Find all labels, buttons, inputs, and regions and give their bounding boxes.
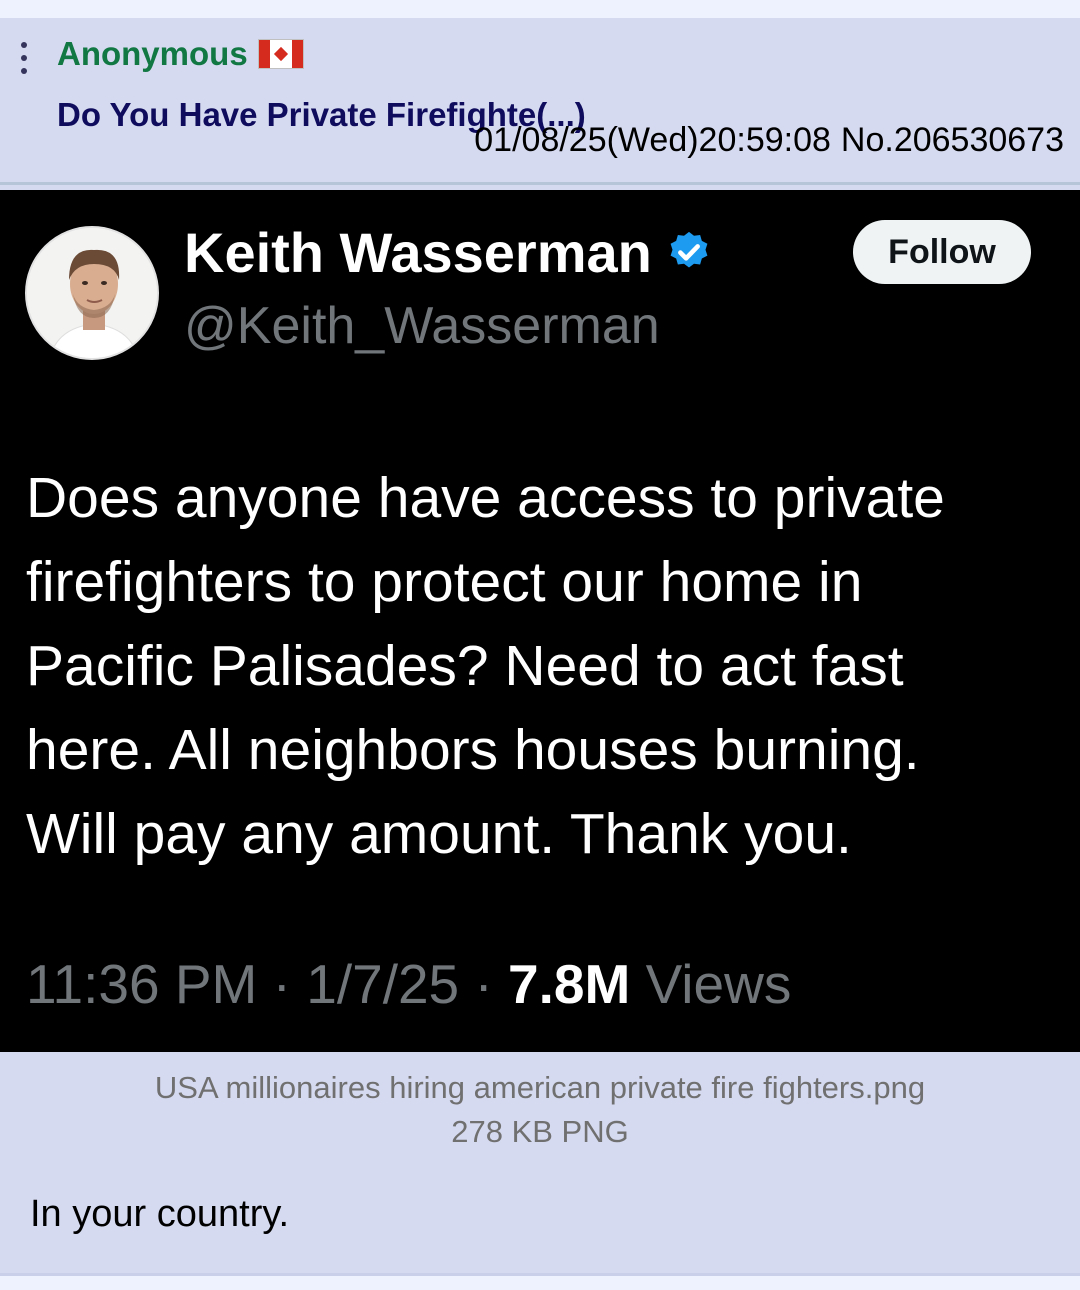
post-number[interactable]: No.206530673 [841, 121, 1064, 160]
tweet-author-row: Keith Wasserman [184, 220, 712, 284]
poster-name: Anonymous [57, 35, 248, 72]
tweet-time: 11:36 PM [26, 953, 258, 1015]
avatar [25, 226, 159, 360]
separator: · [272, 953, 291, 1015]
file-name-link[interactable]: USA millionaires hiring american private… [0, 1066, 1080, 1110]
top-divider [0, 0, 1080, 18]
tweet-display-name: Keith Wasserman [184, 220, 652, 284]
file-size-type: 278 KB PNG [451, 1114, 629, 1149]
tweet-footer: 11:36 PM · 1/7/25 · 7.8M Views [26, 952, 791, 1016]
bottom-divider [0, 1273, 1080, 1290]
separator: · [474, 953, 493, 1015]
avatar-photo-icon [27, 228, 157, 358]
canada-flag-icon [257, 39, 304, 69]
file-info: USA millionaires hiring american private… [0, 1066, 1080, 1154]
tweet-views-label: Views [645, 953, 792, 1015]
post-menu-icon[interactable] [18, 40, 30, 76]
follow-button: Follow [853, 220, 1031, 284]
tweet-date: 1/7/25 [306, 953, 460, 1015]
post-image[interactable]: Keith Wasserman @Keith_Wasserman Follow … [0, 190, 1080, 1052]
tweet-views-count: 7.8M [508, 953, 631, 1015]
reply-post: Anonymous Do You Have Private Firefighte… [0, 18, 1080, 1273]
thread-page: Anonymous Do You Have Private Firefighte… [0, 0, 1080, 1290]
post-datetime: 01/08/25(Wed)20:59:08 [474, 121, 831, 159]
post-meta: 01/08/25(Wed)20:59:08 No.206530673 [474, 121, 1064, 160]
post-header: Anonymous Do You Have Private Firefighte… [0, 18, 1080, 185]
post-comment: In your country. [30, 1193, 290, 1235]
tweet-handle: @Keith_Wasserman [184, 297, 660, 355]
verified-badge-icon [670, 231, 708, 268]
tweet-text: Does anyone have access to private firef… [26, 466, 945, 866]
poster-info: Anonymous [57, 34, 304, 74]
